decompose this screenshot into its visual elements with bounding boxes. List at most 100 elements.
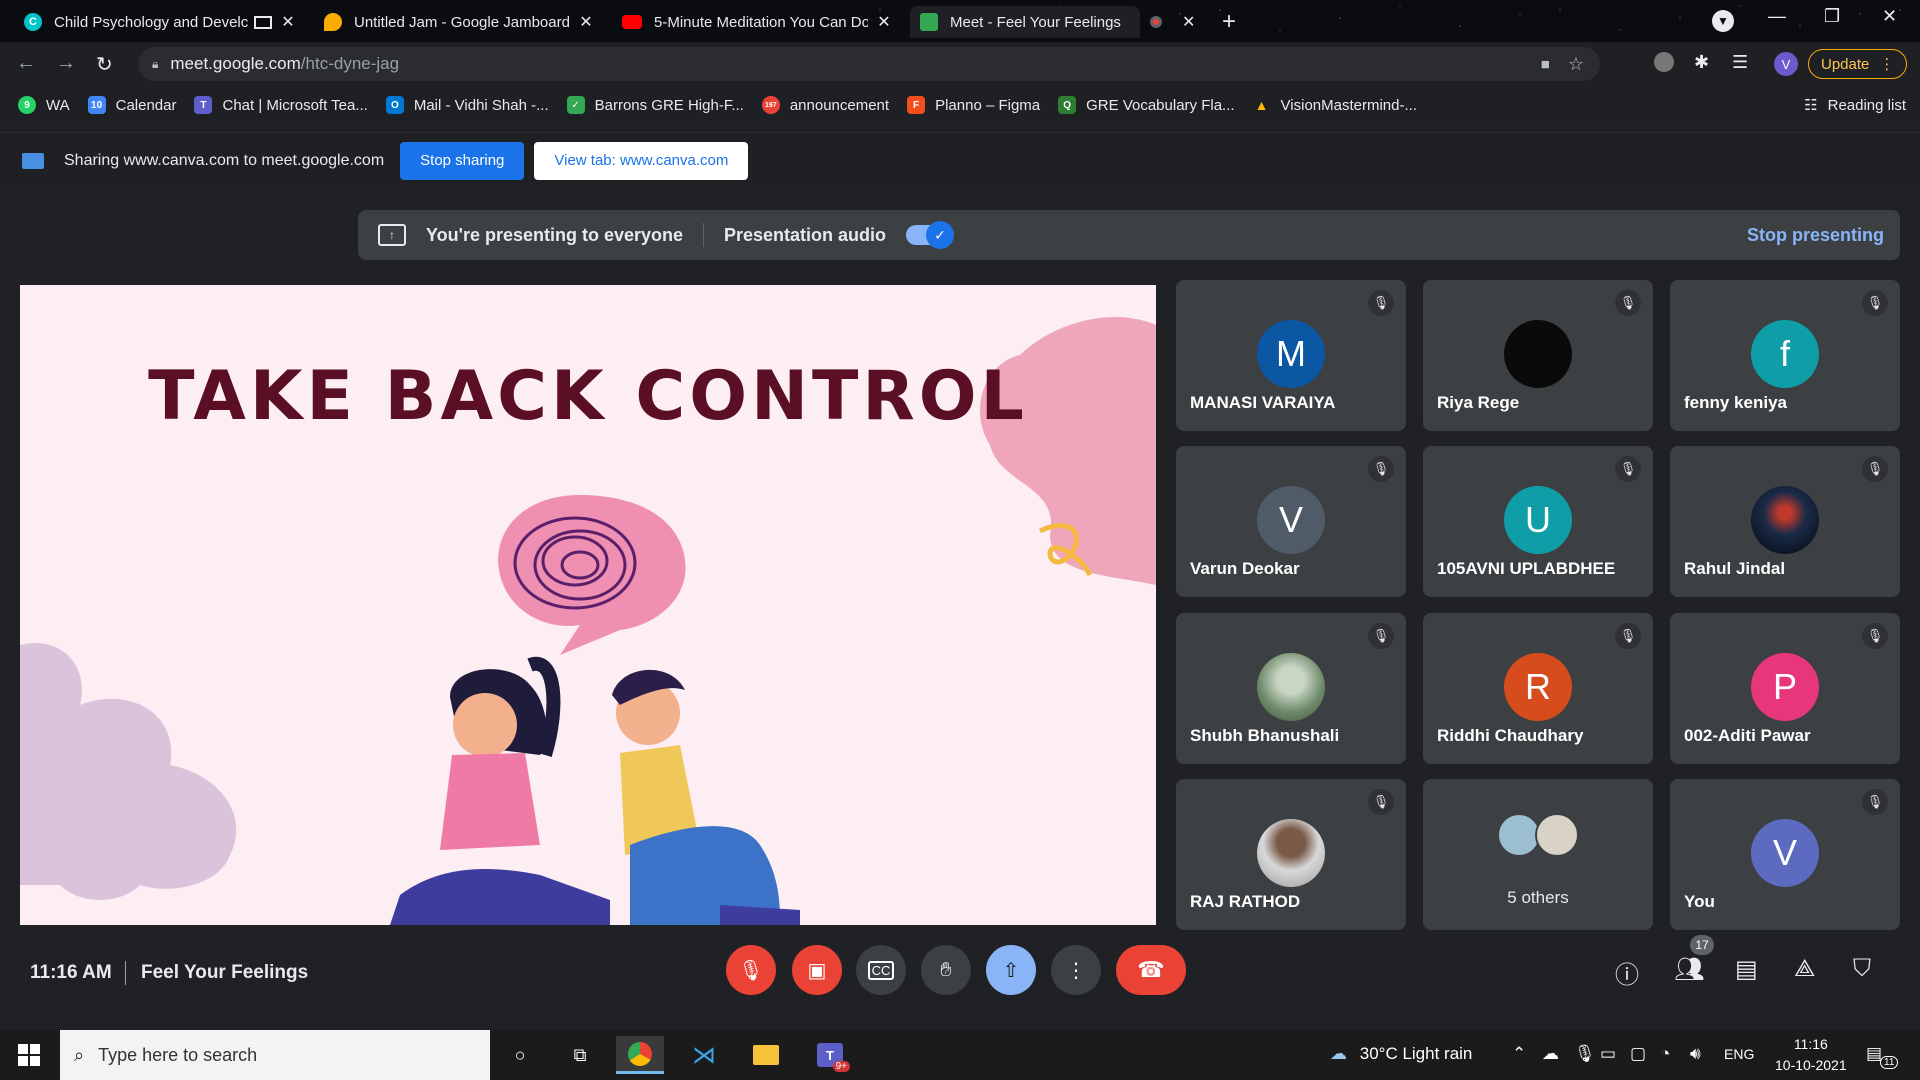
bookmark-wa[interactable]: 9 WA [18, 96, 70, 114]
windows-start-icon[interactable] [18, 1044, 40, 1066]
presenting-banner: ↑ You're presenting to everyone Presenta… [358, 210, 1900, 260]
tab-jamboard[interactable]: Untitled Jam - Google Jamboard ✕ [314, 6, 604, 38]
bookmark-label: Calendar [115, 96, 177, 114]
reload-icon[interactable]: ↻ [96, 52, 113, 77]
wifi-icon[interactable]: ◔ [1660, 1044, 1670, 1064]
taskbar-search[interactable]: ⌕ Type here to search [60, 1030, 490, 1080]
new-tab-button[interactable]: + [1222, 8, 1236, 36]
figma-icon: F [907, 96, 926, 114]
tab-recording[interactable]: ✕ [1140, 6, 1200, 38]
update-button[interactable]: Update ⋮ [1808, 49, 1908, 79]
close-tab-icon[interactable]: ✕ [280, 12, 296, 32]
activities-button[interactable]: ⟁ [1794, 955, 1815, 983]
url-path: /htc-dyne-jag [300, 54, 400, 73]
close-tab-icon[interactable]: ✕ [1182, 12, 1195, 32]
camera-off-button[interactable]: ▣ [792, 945, 842, 995]
participant-tile[interactable]: 🎙︎ V Varun Deokar [1176, 446, 1406, 597]
extension-icon[interactable] [1654, 52, 1674, 72]
participant-tile[interactable]: 🎙︎ f fenny keniya [1670, 280, 1900, 431]
battery-icon[interactable]: ▭ [1600, 1044, 1616, 1064]
profile-avatar[interactable]: V [1774, 52, 1798, 76]
language-indicator[interactable]: ENG [1724, 1046, 1754, 1062]
restore-icon[interactable]: ❐ [1824, 6, 1840, 27]
participant-tile-others[interactable]: 5 others [1423, 779, 1653, 930]
participant-tile[interactable]: 🎙︎ RAJ RATHOD [1176, 779, 1406, 930]
star-icon[interactable]: ☆ [1568, 54, 1584, 75]
task-view-icon[interactable]: ⧉ [556, 1036, 604, 1074]
more-options-button[interactable]: ⋮ [1051, 945, 1101, 995]
mic-off-button[interactable]: 🎙︎ [726, 945, 776, 995]
weather-text: 30°C Light rain [1359, 1044, 1473, 1063]
people-icon: 👥︎ [1674, 956, 1705, 983]
participant-tile[interactable]: 🎙︎ R Riddhi Chaudhary [1423, 613, 1653, 764]
outlook-icon: O [385, 96, 404, 114]
sharing-status-text: Sharing www.canva.com to meet.google.com [64, 151, 385, 169]
chat-button[interactable]: ▤ [1735, 955, 1758, 984]
participant-name: You [1684, 892, 1715, 911]
display-icon[interactable]: ▢ [1630, 1044, 1646, 1064]
bookmark-visionmastermind[interactable]: ▲ VisionMastermind-... [1253, 96, 1417, 114]
avatar: V [1751, 819, 1819, 887]
bookmark-barrons-gre[interactable]: ✓ Barrons GRE High-F... [566, 96, 744, 114]
hand-icon: ✋︎ [940, 958, 952, 981]
participant-name: MANASI VARAIYA [1190, 393, 1336, 412]
forward-arrow-icon[interactable]: → [56, 52, 76, 75]
onedrive-icon[interactable]: ☁ [1542, 1044, 1559, 1064]
chevron-up-icon[interactable]: ⌃ [1512, 1044, 1526, 1064]
avatar-photo [1257, 653, 1325, 721]
participant-tile[interactable]: 🎙︎ Rahul Jindal [1670, 446, 1900, 597]
tab-child-psychology[interactable]: C Child Psychology and Develc ✕ [14, 6, 306, 38]
bookmark-gre-vocabulary[interactable]: Q GRE Vocabulary Fla... [1058, 96, 1235, 114]
close-window-icon[interactable]: ✕ [1882, 6, 1897, 27]
view-shared-tab-button[interactable]: View tab: www.canva.com [534, 141, 749, 180]
microphone-icon[interactable]: 🎙︎ [1574, 1044, 1596, 1064]
avatar: V [1257, 486, 1325, 554]
bookmark-teams-chat[interactable]: T Chat | Microsoft Tea... [194, 96, 368, 114]
tab-search-icon[interactable]: ▼ [1712, 10, 1734, 32]
minimize-icon[interactable]: — [1768, 6, 1786, 27]
leave-call-button[interactable]: ☎︎ [1116, 945, 1186, 995]
camera-icon[interactable]: ■ [1541, 56, 1550, 73]
people-button[interactable]: 👥︎ [1674, 955, 1704, 984]
vscode-taskbar-icon[interactable]: ⋊ [680, 1036, 728, 1074]
bookmark-figma[interactable]: F Planno – Figma [907, 96, 1040, 114]
weather-widget[interactable]: ☁ 30°C Light rain [1330, 1044, 1472, 1064]
chrome-taskbar-icon[interactable] [616, 1036, 664, 1074]
reading-list-button[interactable]: ☷ Reading list [1804, 96, 1906, 115]
system-clock[interactable]: 11:16 10-10-2021 [1775, 1034, 1847, 1076]
meeting-details-button[interactable]: ⓘ [1615, 955, 1639, 990]
close-tab-icon[interactable]: ✕ [876, 12, 892, 32]
teams-taskbar-icon[interactable]: T 9+ [806, 1036, 854, 1074]
more-vert-icon: ⋮ [1879, 56, 1895, 73]
raise-hand-button[interactable]: ✋︎ [921, 945, 971, 995]
volume-icon[interactable]: 🔊︎ [1690, 1044, 1701, 1064]
address-bar[interactable]: 🔒︎ meet.google.com /htc-dyne-jag ■ ☆ [138, 47, 1600, 81]
bookmark-outlook-mail[interactable]: O Mail - Vidhi Shah -... [385, 96, 549, 114]
puzzle-extensions-icon[interactable]: ✱ [1694, 52, 1709, 73]
participant-tile[interactable]: 🎙︎ U 105AVNI UPLABDHEE [1423, 446, 1653, 597]
present-button[interactable]: ⇧ [986, 945, 1036, 995]
captions-button[interactable]: CC [856, 945, 906, 995]
tab-google-meet[interactable]: Meet - Feel Your Feelings [910, 6, 1140, 38]
stop-presenting-button[interactable]: Stop presenting [1747, 225, 1884, 246]
mic-off-icon: 🎙︎ [1615, 290, 1641, 316]
shield-icon: ⛉ [1853, 955, 1871, 982]
presentation-audio-toggle[interactable]: ✓ [906, 221, 955, 249]
participant-tile[interactable]: 🎙︎ P 002-Aditi Pawar [1670, 613, 1900, 764]
host-controls-button[interactable]: ⛉ [1853, 955, 1871, 983]
media-queue-icon[interactable]: ☰ [1732, 52, 1748, 73]
stop-sharing-button[interactable]: Stop sharing [400, 141, 525, 180]
bookmark-announcement[interactable]: 197 announcement [761, 96, 889, 114]
cortana-icon[interactable]: ○ [496, 1036, 544, 1074]
participant-tile[interactable]: 🎙︎ Riya Rege [1423, 280, 1653, 431]
tab-youtube-meditation[interactable]: 5-Minute Meditation You Can Do ✕ [612, 6, 902, 38]
bookmark-calendar[interactable]: 10 Calendar [87, 96, 177, 114]
search-icon: ⌕ [74, 1044, 85, 1065]
notification-center[interactable]: ▤ 11 [1866, 1044, 1899, 1069]
close-tab-icon[interactable]: ✕ [578, 12, 594, 32]
file-explorer-taskbar-icon[interactable] [742, 1036, 790, 1074]
back-arrow-icon[interactable]: ← [16, 52, 36, 75]
participant-tile[interactable]: 🎙︎ M MANASI VARAIYA [1176, 280, 1406, 431]
participant-tile-self[interactable]: 🎙︎ V You [1670, 779, 1900, 930]
participant-tile[interactable]: 🎙︎ Shubh Bhanushali [1176, 613, 1406, 764]
